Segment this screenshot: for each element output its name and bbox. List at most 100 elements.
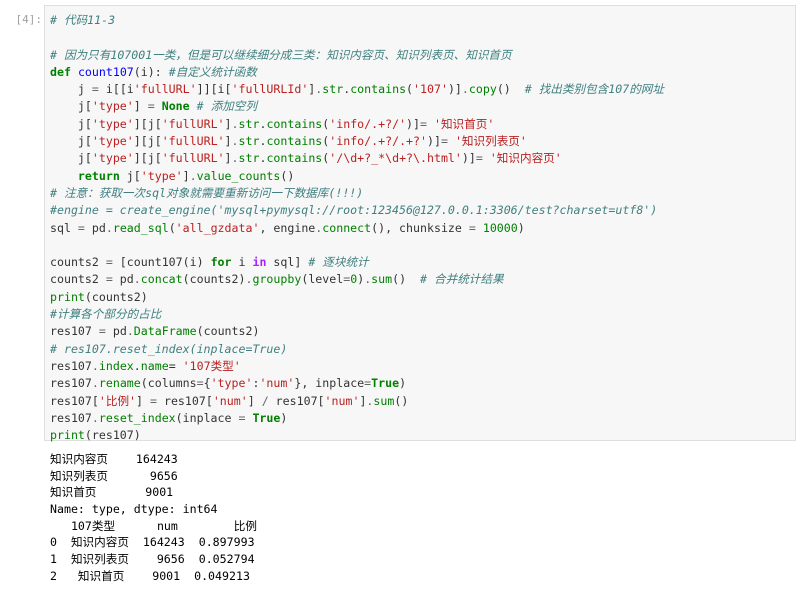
code-line: print(counts2) [50,289,664,306]
code-token: . [461,82,469,97]
code-token: ) [399,376,407,391]
code-line: def count107(i): #自定义统计函数 [50,64,664,81]
code-token: '知识首页' [433,116,495,131]
code-token: 'info/.+?/' [329,116,407,131]
code-token: ][j[ [133,116,162,131]
code-token: (counts2) [196,324,260,339]
code-token: sql] [266,255,309,270]
code-token: = [77,220,85,235]
code-token: )] [461,151,476,166]
code-token: #自定义统计函数 [168,64,257,79]
code-line: #engine = create_engine('mysql+pymysql:/… [50,202,664,219]
code-token: = [440,134,448,149]
code-token: = [168,358,183,373]
code-line: res107.reset_index(inplace = True) [50,410,664,427]
code-token: pd [112,272,134,287]
code-token: ) [280,410,288,425]
code-token: { [203,376,211,391]
code-line: res107.index.name= '107类型' [50,358,664,375]
code-token: # 添加空列 [196,99,257,114]
code-token: ][j[ [133,151,162,166]
code-line: j['type'][j['fullURL'].str.contains('inf… [50,116,664,133]
code-token: (level [301,272,344,287]
code-token: ] [182,168,190,183]
output-line: Name: type, dtype: int64 [50,502,218,517]
code-line: # 代码11-3 [50,12,664,29]
code-token: # 代码11-3 [50,13,116,27]
code-line: #计算各个部分的占比 [50,306,664,323]
code-token: (columns [140,376,197,391]
code-token: ) [517,220,525,235]
code-token: '107类型' [182,358,241,373]
code-token: = [420,116,427,131]
code-token: j [50,82,92,97]
output-line: 1 知识列表页 9656 0.052794 [50,552,255,567]
code-token: #engine = create_engine('mysql+pymysql:/… [50,203,658,218]
code-token: sum [373,393,395,408]
code-token: ] [247,393,262,408]
code-token: # 逐块统计 [308,255,369,270]
code-token: . [105,220,113,235]
code-token: = [98,324,106,339]
code-token: )] [447,82,462,97]
output-line: 0 知识内容页 164243 0.897993 [50,535,255,550]
code-token: )] [406,116,421,131]
code-token: 'type' [91,116,134,131]
code-token: index [98,358,134,373]
code-editor[interactable]: # 代码11-3 # 因为只有107001一类，但是可以继续细分成三类：知识内容… [50,12,664,444]
code-token: }, inplace [294,376,365,391]
code-token: value_counts [196,168,281,183]
code-token: 'num' [324,393,360,408]
code-token: '知识内容页' [489,151,562,166]
code-token: str [322,82,344,97]
code-token: True [371,376,400,391]
output-line: 知识列表页 9656 [50,468,178,483]
code-line: counts2 = pd.concat(counts2).groupby(lev… [50,271,664,288]
code-line: j = i[[i'fullURL']][i['fullURLId'].str.c… [50,81,664,98]
code-token: print [50,289,85,304]
code-token: res107[ [50,393,99,408]
code-token: 'fullURLId' [231,82,309,97]
code-token: ( [406,82,414,97]
code-token: concat [140,272,183,287]
code-token: contains [350,82,407,97]
code-input-area[interactable]: # 代码11-3 # 因为只有107001一类，但是可以继续细分成三类：知识内容… [44,5,796,444]
code-token: ] [224,151,232,166]
code-token: True [252,410,281,425]
code-token: res107[ [156,393,213,408]
code-line: # 因为只有107001一类，但是可以继续细分成三类：知识内容页、知识列表页、知… [50,47,664,64]
code-token: (counts2) [182,272,246,287]
code-token: str [238,116,260,131]
code-token: in [252,255,267,270]
code-token: print [50,428,85,443]
code-token: = [468,220,476,235]
code-token: sql [50,220,78,235]
code-token: # 因为只有107001一类，但是可以继续细分成三类：知识内容页、知识列表页、知… [50,47,512,62]
code-token: . [189,168,197,183]
code-token: # res107.reset_index(inplace=True) [50,341,288,356]
code-token: = [91,82,99,97]
code-line: j['type'][j['fullURL'].str.contains('inf… [50,133,664,150]
output-line: 知识内容页 164243 [50,452,178,466]
output-line: 2 知识首页 9001 0.049213 [50,568,250,583]
code-token: '比例' [98,393,137,408]
code-token: str [238,151,260,166]
code-token: contains [266,116,323,131]
code-token: [count107(i) [112,255,211,270]
code-token: None [161,99,190,114]
code-token: (res107) [84,428,141,443]
code-token: , engine [259,220,316,235]
code-token: # 注意：获取一次sql对象就需要重新访问一下数据库(!!!) [50,185,364,200]
code-token: j[ [119,168,141,183]
code-token: 'type' [210,376,253,391]
code-token: . [231,116,239,131]
code-token: j[ [50,116,92,131]
code-token: count107 [77,64,134,79]
code-token: . [91,410,99,425]
code-token: (i): [133,64,169,79]
